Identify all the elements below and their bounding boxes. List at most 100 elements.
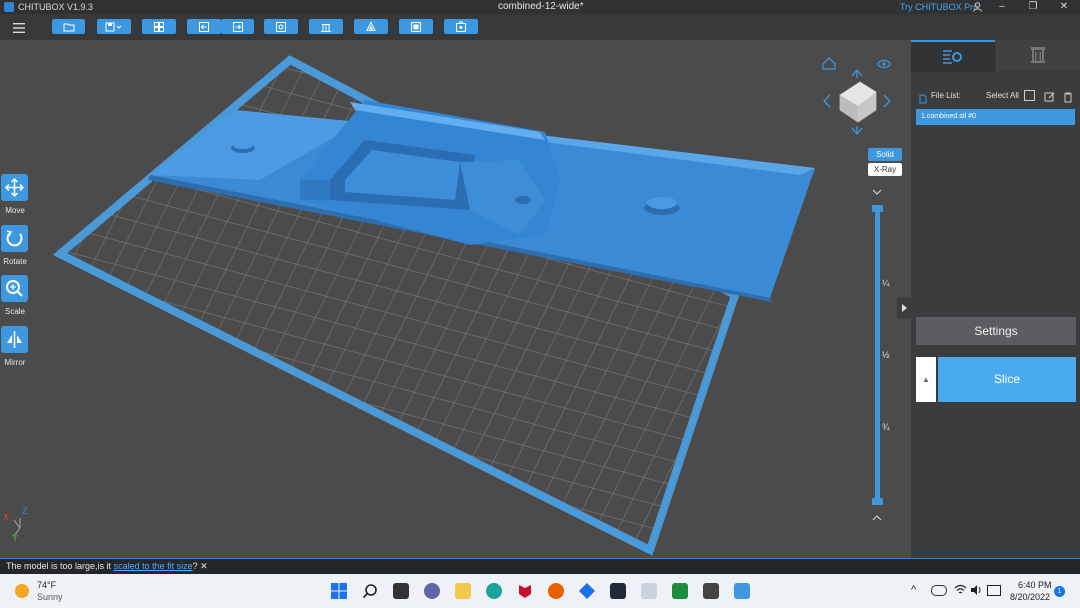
task-view-icon[interactable] bbox=[393, 583, 409, 599]
dig-hole-icon bbox=[456, 21, 466, 32]
user-icon[interactable] bbox=[973, 2, 982, 12]
windows-taskbar: 74°F Sunny ^ 6:40 PM 8/20/2022 1 bbox=[0, 574, 1080, 608]
notepad-icon[interactable] bbox=[641, 583, 657, 599]
app-title: CHITUBOX V1.9.3 bbox=[18, 2, 94, 12]
wifi-icon[interactable] bbox=[954, 584, 967, 598]
chat-icon[interactable] bbox=[424, 583, 440, 599]
arrange-icon bbox=[154, 21, 164, 32]
select-all-checkbox[interactable] bbox=[1024, 90, 1035, 101]
file-explorer-icon[interactable] bbox=[455, 583, 471, 599]
view-rotate-up-icon[interactable] bbox=[851, 68, 863, 78]
move-tool-button[interactable] bbox=[1, 174, 28, 201]
dig-hole-button[interactable] bbox=[444, 19, 478, 34]
notification-badge[interactable]: 1 bbox=[1054, 586, 1065, 597]
hamburger-menu-icon[interactable] bbox=[13, 21, 25, 33]
scale-to-fit-link[interactable]: scaled to the fit size bbox=[114, 561, 193, 571]
axis-x-label: X bbox=[3, 512, 10, 522]
xray-view-button[interactable]: X-Ray bbox=[868, 163, 902, 176]
slice-button[interactable]: Slice bbox=[938, 357, 1076, 402]
home-view-icon[interactable] bbox=[822, 57, 836, 70]
mirror-icon bbox=[7, 331, 22, 348]
file-icon bbox=[919, 91, 927, 109]
chitubox-taskbar-icon[interactable] bbox=[579, 583, 595, 599]
folder-icon bbox=[63, 23, 74, 31]
slicer-icon[interactable] bbox=[703, 583, 719, 599]
maximize-button[interactable]: ❐ bbox=[1022, 0, 1044, 14]
clock-time[interactable]: 6:40 PM bbox=[1018, 580, 1052, 590]
status-message-text: The model is too large,is it bbox=[6, 561, 114, 571]
spreadsheet-icon[interactable] bbox=[672, 583, 688, 599]
right-panel: File List: Select All 1.combined.stl #0 … bbox=[911, 40, 1080, 558]
axis-z-label: Z bbox=[22, 506, 28, 516]
firefox-icon[interactable] bbox=[548, 583, 564, 599]
move-label: Move bbox=[5, 206, 25, 215]
export-icon bbox=[232, 21, 243, 32]
slice-options-button[interactable]: ▲ bbox=[916, 357, 936, 402]
printer-icon bbox=[1031, 47, 1045, 63]
support-button[interactable] bbox=[309, 19, 343, 34]
weather-desc[interactable]: Sunny bbox=[37, 592, 63, 602]
try-pro-link[interactable]: Try CHITUBOX Pro bbox=[900, 2, 978, 12]
solid-view-button[interactable]: Solid bbox=[868, 148, 902, 161]
status-close-icon[interactable]: ✕ bbox=[200, 561, 208, 571]
volume-icon[interactable] bbox=[970, 584, 983, 598]
status-message-suffix: ? bbox=[192, 561, 198, 571]
save-button[interactable] bbox=[97, 19, 131, 34]
clock-date[interactable]: 8/20/2022 bbox=[1010, 592, 1050, 602]
import-icon bbox=[199, 21, 209, 32]
scale-label: Scale bbox=[4, 307, 25, 316]
scale-tool-button[interactable] bbox=[1, 275, 28, 302]
mcafee-icon[interactable] bbox=[517, 583, 533, 599]
tab-printer[interactable] bbox=[996, 40, 1080, 70]
import-button[interactable] bbox=[187, 19, 221, 34]
battery-icon[interactable] bbox=[987, 585, 1001, 596]
panel-collapse-button[interactable] bbox=[897, 298, 911, 318]
document-icon[interactable] bbox=[734, 583, 750, 599]
edit-icon[interactable] bbox=[1044, 90, 1055, 108]
view-rotate-right-icon[interactable] bbox=[883, 94, 891, 108]
slider-mark-half: ½ bbox=[882, 350, 890, 360]
weather-temp[interactable]: 74°F bbox=[37, 580, 56, 590]
export-button[interactable] bbox=[221, 19, 254, 34]
settings-button[interactable]: Settings bbox=[916, 317, 1076, 345]
open-file-button[interactable] bbox=[52, 19, 85, 34]
select-all-label[interactable]: Select All bbox=[986, 91, 1019, 100]
sun-icon bbox=[15, 584, 29, 598]
file-list-item[interactable]: 1.combined.stl #0 bbox=[916, 109, 1075, 125]
show-hidden-icons-chevron[interactable]: ^ bbox=[911, 584, 916, 596]
hollow-button[interactable] bbox=[354, 19, 388, 34]
view-rotate-down-icon[interactable] bbox=[851, 126, 863, 136]
repair-icon bbox=[276, 21, 286, 32]
minimize-button[interactable]: – bbox=[991, 0, 1013, 14]
scale-icon bbox=[6, 280, 23, 297]
tab-settings[interactable] bbox=[911, 40, 995, 72]
main-toolbar bbox=[0, 14, 1080, 40]
view-rotate-left-icon[interactable] bbox=[823, 94, 831, 108]
3d-viewport[interactable]: Move Rotate Scale Mirror Solid X-Ray ¼ ½… bbox=[0, 40, 911, 558]
cloud-icon[interactable] bbox=[931, 585, 947, 596]
eye-icon[interactable] bbox=[877, 59, 891, 69]
slider-down-arrow-icon[interactable] bbox=[872, 189, 882, 195]
support-icon bbox=[321, 23, 331, 32]
title-bar: CHITUBOX V1.9.3 combined-12-wide* Try CH… bbox=[0, 0, 1080, 14]
close-button[interactable]: ✕ bbox=[1053, 0, 1075, 14]
fill-button[interactable] bbox=[399, 19, 433, 34]
edge-browser-icon[interactable] bbox=[486, 583, 502, 599]
settings-list-icon bbox=[943, 50, 962, 64]
view-cube[interactable] bbox=[839, 81, 877, 123]
status-message: The model is too large,is it scaled to t… bbox=[6, 561, 208, 572]
slider-up-arrow-icon[interactable] bbox=[872, 515, 882, 521]
rotate-tool-button[interactable] bbox=[1, 225, 28, 252]
axis-y-label: Y bbox=[12, 533, 19, 543]
windows-start-icon[interactable] bbox=[331, 583, 347, 599]
app-icon-dark[interactable] bbox=[610, 583, 626, 599]
mirror-label: Mirror bbox=[4, 358, 26, 367]
repair-button[interactable] bbox=[264, 19, 298, 34]
chevron-right-icon bbox=[902, 304, 907, 312]
arrange-button[interactable] bbox=[142, 19, 176, 34]
delete-icon[interactable] bbox=[1063, 90, 1073, 108]
build-plate-scene[interactable] bbox=[0, 40, 911, 558]
move-icon bbox=[4, 177, 25, 198]
mirror-tool-button[interactable] bbox=[1, 326, 28, 353]
search-icon[interactable] bbox=[362, 583, 378, 599]
